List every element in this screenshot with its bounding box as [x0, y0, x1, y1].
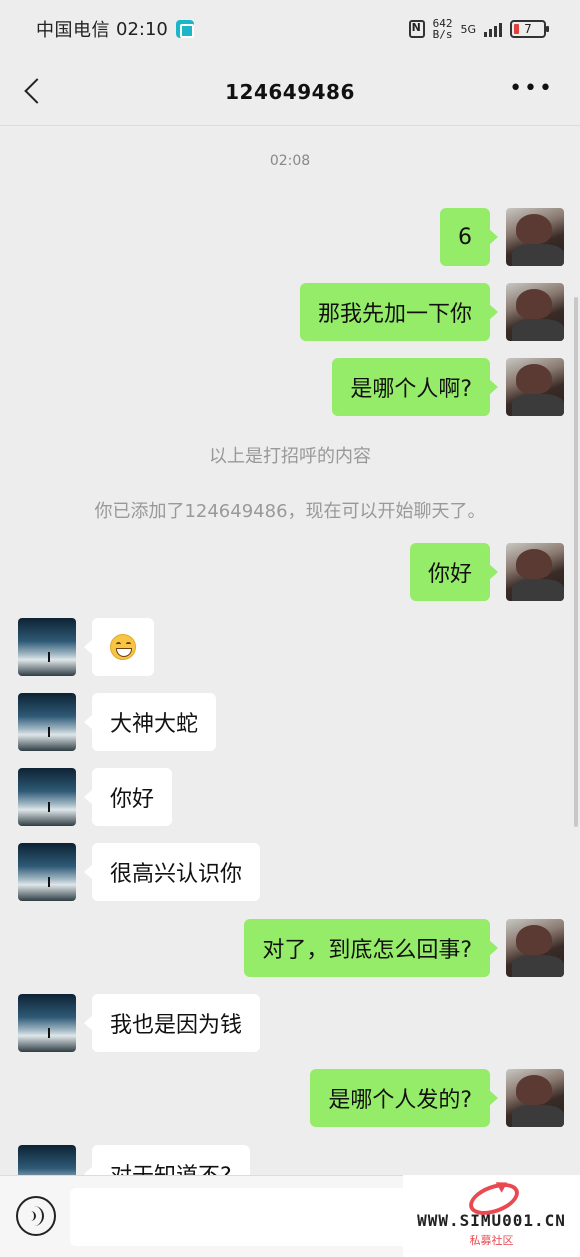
message-bubble-sent[interactable]: 是哪个人发的?: [310, 1069, 498, 1127]
chat-title: 124649486: [225, 79, 355, 104]
watermark-logo-icon: [462, 1179, 522, 1211]
message-row: 对于知道不?: [0, 1145, 580, 1175]
message-bubble-received[interactable]: 很高兴认识你: [83, 843, 261, 901]
back-arrow-icon[interactable]: [20, 76, 50, 106]
message-bubble-received[interactable]: 你好: [83, 768, 173, 826]
message-row: 你好: [0, 768, 580, 828]
message-input[interactable]: [70, 1188, 410, 1246]
message-row: 你好: [0, 543, 580, 603]
message-bubble-sent[interactable]: 那我先加一下你: [299, 283, 499, 341]
watermark-subtitle: 私募社区: [469, 1234, 514, 1247]
clock-time: 02:10: [116, 18, 168, 40]
message-row: 是哪个人啊?: [0, 358, 580, 418]
message-row: [0, 618, 580, 678]
status-bar: 中国电信 02:10 642 B/s 5G 7: [0, 0, 580, 58]
message-row: 很高兴认识你: [0, 843, 580, 903]
network-type: 5G: [460, 22, 476, 36]
more-options-icon[interactable]: •••: [509, 78, 554, 100]
net-speed: 642 B/s: [433, 18, 453, 40]
scrollbar[interactable]: [574, 297, 578, 827]
app-notification-icon: [175, 20, 194, 38]
message-bubble-received[interactable]: [84, 618, 154, 676]
net-speed-unit: B/s: [432, 28, 453, 41]
friend-avatar[interactable]: [18, 1145, 76, 1175]
message-row: 是哪个人发的?: [0, 1069, 580, 1129]
voice-input-icon[interactable]: [16, 1196, 56, 1236]
message-bubble-sent[interactable]: 你好: [409, 543, 499, 601]
message-row: 我也是因为钱: [0, 994, 580, 1054]
friend-avatar[interactable]: [18, 994, 76, 1052]
message-row: 大神大蛇: [0, 693, 580, 753]
message-bubble-sent[interactable]: 6: [440, 208, 498, 266]
system-notice-added: 你已添加了124649486，现在可以开始聊天了。: [94, 501, 486, 522]
battery-level: 7: [524, 22, 532, 36]
message-bubble-sent[interactable]: 对了，到底怎么回事?: [244, 919, 498, 977]
message-row: 6: [0, 208, 580, 268]
nfc-icon: [408, 20, 425, 38]
message-bubble-sent[interactable]: 是哪个人啊?: [332, 358, 498, 416]
friend-avatar[interactable]: [18, 843, 76, 901]
my-avatar[interactable]: [506, 283, 564, 341]
message-bubble-received[interactable]: 大神大蛇: [83, 693, 217, 751]
signal-icon: [484, 21, 502, 37]
my-avatar[interactable]: [506, 208, 564, 266]
message-row: 那我先加一下你: [0, 283, 580, 343]
friend-avatar[interactable]: [18, 618, 76, 676]
my-avatar[interactable]: [506, 919, 564, 977]
chat-message-list[interactable]: 02:08 6 那我先加一下你 是哪个人啊? 以上是打招呼的内容 你已添加了12…: [0, 127, 580, 1175]
my-avatar[interactable]: [506, 1069, 564, 1127]
system-notice-greeting: 以上是打招呼的内容: [209, 446, 371, 467]
message-bubble-received[interactable]: 我也是因为钱: [83, 994, 261, 1052]
chat-header: 124649486 •••: [0, 58, 580, 126]
watermark: WWW.SIMU001.CN 私募社区: [403, 1175, 580, 1257]
friend-avatar[interactable]: [18, 768, 76, 826]
my-avatar[interactable]: [506, 543, 564, 601]
battery-icon: 7: [510, 20, 549, 38]
message-row: 对了，到底怎么回事?: [0, 919, 580, 979]
carrier-label: 中国电信: [36, 20, 110, 41]
my-avatar[interactable]: [506, 358, 564, 416]
message-bubble-received[interactable]: 对于知道不?: [84, 1145, 250, 1175]
friend-avatar[interactable]: [18, 693, 76, 751]
message-timestamp: 02:08: [269, 153, 311, 169]
grinning-face-emoji-icon: [110, 634, 136, 660]
